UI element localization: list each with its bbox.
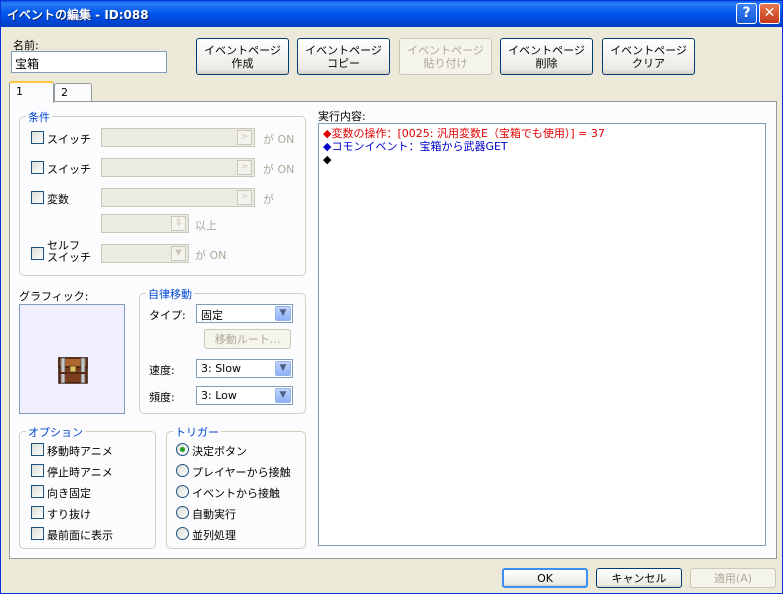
switch2-label: スイッチ	[47, 163, 91, 176]
help-icon[interactable]: ?	[736, 3, 757, 24]
clear-page-button-line2: クリア	[632, 56, 665, 70]
option-direction-fix-checkbox[interactable]	[31, 485, 44, 498]
tab-page-1[interactable]: 1	[9, 81, 54, 103]
name-input[interactable]: 宝箱	[11, 51, 167, 73]
copy-page-button-line2: コピー	[327, 56, 360, 70]
options-title: オプション	[26, 424, 85, 440]
command-line-1[interactable]: ◆変数の操作：[0025: 汎用変数E（宝箱でも使用）] = 37	[323, 127, 761, 140]
clear-page-button[interactable]: イベントページ クリア	[602, 38, 695, 75]
variable-suffix: が	[263, 193, 274, 206]
switch2-browse-icon[interactable]: >	[237, 160, 252, 175]
trigger-event-touch-label: イベントから接触	[192, 487, 280, 500]
conditions-title: 条件	[26, 109, 52, 125]
move-route-button[interactable]: 移動ルート...	[204, 329, 291, 349]
event-command-list[interactable]: ◆変数の操作：[0025: 汎用変数E（宝箱でも使用）] = 37 ◆コモンイベ…	[318, 123, 766, 546]
variable-ge-label: 以上	[195, 219, 217, 232]
copy-page-button[interactable]: イベントページ コピー	[297, 38, 390, 75]
trigger-player-touch-radio[interactable]	[176, 464, 189, 477]
switch1-label: スイッチ	[47, 133, 91, 146]
self-switch-label-2: スイッチ	[47, 251, 91, 264]
trigger-autorun-radio[interactable]	[176, 506, 189, 519]
trigger-parallel-label: 並列処理	[192, 529, 236, 542]
option-step-anim-checkbox[interactable]	[31, 464, 44, 477]
clear-page-button-line1: イベントページ	[610, 43, 687, 57]
speed-select[interactable]: 3: Slow ▼	[196, 359, 293, 378]
frequency-value: 3: Low	[201, 389, 237, 402]
delete-page-button-line1: イベントページ	[508, 43, 585, 57]
frequency-label: 頻度:	[149, 391, 175, 404]
chevron-down-icon[interactable]: ▼	[171, 246, 186, 261]
content-label: 実行内容:	[318, 110, 366, 123]
switch1-browse-icon[interactable]: >	[237, 130, 252, 145]
trigger-title: トリガー	[173, 424, 221, 440]
chevron-down-icon[interactable]: ▼	[275, 361, 291, 376]
trigger-autorun-label: 自動実行	[192, 508, 236, 521]
type-select[interactable]: 固定 ▼	[196, 304, 293, 323]
paste-page-button-line2: 貼り付け	[423, 56, 468, 70]
create-page-button[interactable]: イベントページ 作成	[196, 38, 289, 75]
trigger-parallel-radio[interactable]	[176, 527, 189, 540]
option-through-checkbox[interactable]	[31, 506, 44, 519]
trigger-action-button-label: 決定ボタン	[192, 445, 247, 458]
tab-page-2[interactable]: 2	[54, 83, 92, 103]
type-value: 固定	[201, 309, 223, 322]
chevron-down-icon[interactable]: ▼	[275, 388, 291, 403]
create-page-button-line1: イベントページ	[204, 43, 281, 57]
switch1-field[interactable]: >	[101, 128, 255, 147]
delete-page-button[interactable]: イベントページ 削除	[500, 38, 593, 75]
cancel-button[interactable]: キャンセル	[596, 568, 682, 588]
variable-value-spinner[interactable]: ⇕	[101, 214, 189, 233]
variable-checkbox[interactable]	[31, 191, 44, 204]
apply-button[interactable]: 適用(A)	[690, 568, 776, 588]
title-bar[interactable]: イベントの編集 - ID:088 ? ✕	[1, 1, 782, 27]
chevron-down-icon[interactable]: ▼	[275, 306, 291, 321]
trigger-action-button-radio[interactable]	[176, 443, 189, 456]
close-icon[interactable]: ✕	[759, 3, 780, 24]
switch2-checkbox[interactable]	[31, 161, 44, 174]
self-switch-checkbox[interactable]	[31, 247, 44, 260]
switch1-checkbox[interactable]	[31, 131, 44, 144]
event-editor-window: イベントの編集 - ID:088 ? ✕ 名前: 宝箱 イベントページ 作成 イ…	[0, 0, 783, 594]
option-through-label: すり抜け	[47, 508, 91, 521]
speed-value: 3: Slow	[201, 362, 241, 375]
option-direction-fix-label: 向き固定	[47, 487, 91, 500]
treasure-chest-icon	[58, 357, 88, 384]
ok-button[interactable]: OK	[502, 568, 588, 588]
variable-browse-icon[interactable]: >	[237, 190, 252, 205]
type-label: タイプ:	[149, 309, 186, 322]
option-walk-anim-checkbox[interactable]	[31, 443, 44, 456]
speed-label: 速度:	[149, 364, 175, 377]
paste-page-button[interactable]: イベントページ 貼り付け	[399, 38, 492, 75]
self-switch-suffix: が ON	[195, 249, 227, 262]
frequency-select[interactable]: 3: Low ▼	[196, 386, 293, 405]
command-line-2[interactable]: ◆コモンイベント：宝箱から武器GET	[323, 140, 761, 153]
variable-label: 変数	[47, 193, 69, 206]
paste-page-button-line1: イベントページ	[407, 43, 484, 57]
command-line-3[interactable]: ◆	[323, 153, 761, 166]
create-page-button-line2: 作成	[231, 56, 254, 70]
copy-page-button-line1: イベントページ	[305, 43, 382, 57]
movement-title: 自律移動	[146, 286, 194, 302]
option-walk-anim-label: 移動時アニメ	[47, 445, 113, 458]
switch1-suffix: が ON	[263, 133, 295, 146]
variable-field[interactable]: >	[101, 188, 255, 207]
graphic-preview[interactable]	[19, 304, 125, 414]
option-always-on-top-checkbox[interactable]	[31, 527, 44, 540]
window-title: イベントの編集 - ID:088	[7, 8, 149, 22]
option-always-on-top-label: 最前面に表示	[47, 529, 113, 542]
spinner-up-down-icon[interactable]: ⇕	[171, 216, 186, 231]
trigger-player-touch-label: プレイヤーから接触	[192, 466, 291, 479]
switch2-suffix: が ON	[263, 163, 295, 176]
switch2-field[interactable]: >	[101, 158, 255, 177]
delete-page-button-line2: 削除	[535, 56, 558, 70]
graphic-label: グラフィック:	[19, 290, 89, 303]
trigger-event-touch-radio[interactable]	[176, 485, 189, 498]
self-switch-select[interactable]: ▼	[101, 244, 189, 263]
option-step-anim-label: 停止時アニメ	[47, 466, 113, 479]
